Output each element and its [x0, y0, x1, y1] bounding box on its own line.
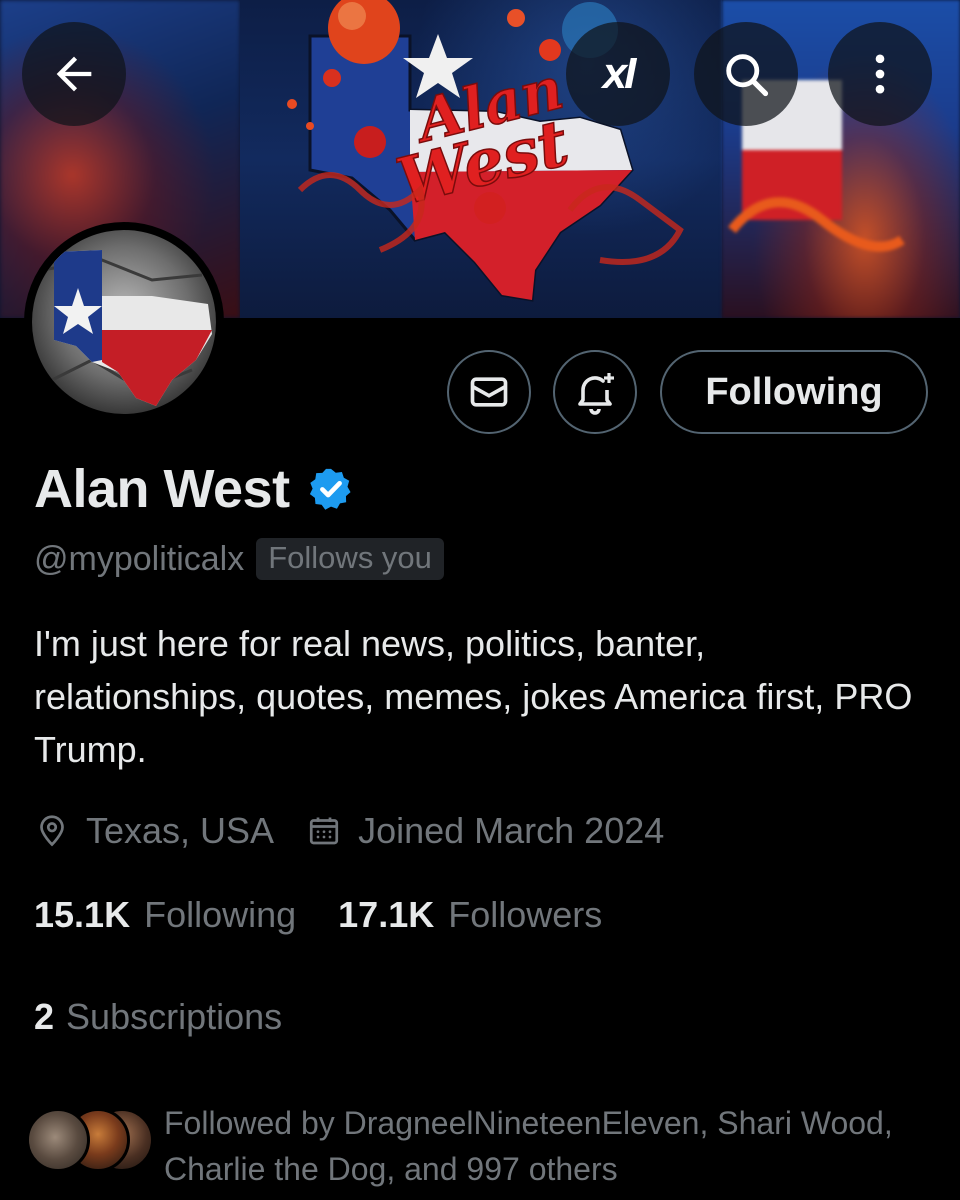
profile-name-row: Alan West [34, 458, 354, 520]
search-icon [726, 54, 769, 97]
bell-plus-icon [578, 373, 614, 415]
back-button[interactable] [22, 22, 126, 126]
envelope-icon [470, 377, 508, 407]
following-stat-link[interactable]: 15.1K Following [34, 894, 296, 936]
bio: I'm just here for real news, politics, b… [34, 623, 913, 770]
avatar[interactable] [24, 222, 224, 422]
followed-by-row[interactable]: Followed by DragneelNineteenEleven, Shar… [26, 1100, 926, 1192]
subscriptions-label: Subscriptions [66, 996, 283, 1037]
followers-stat-link[interactable]: 17.1K Followers [338, 894, 602, 936]
join-date-text: Joined March 2024 [358, 810, 665, 851]
display-name: Alan West [34, 459, 290, 519]
mutual-avatar [26, 1108, 90, 1172]
join-date: Joined March 2024 [306, 810, 664, 852]
arrow-left-icon [56, 56, 92, 92]
location: Texas, USA [34, 810, 274, 852]
grok-icon: xI [602, 49, 637, 98]
following-count: 15.1K [34, 894, 131, 935]
grok-button[interactable]: xI [566, 22, 670, 126]
handle-row: @mypoliticalx Follows you [34, 538, 444, 580]
calendar-icon [309, 817, 339, 845]
location-text: Texas, USA [86, 810, 275, 851]
more-options-button[interactable] [828, 22, 932, 126]
following-label: Following [144, 894, 297, 935]
message-button[interactable] [447, 350, 531, 434]
handle: @mypoliticalx [34, 539, 245, 578]
notifications-button[interactable] [553, 350, 637, 434]
follow-stats: 15.1K Following 17.1K Followers [34, 894, 602, 936]
profile-meta: Texas, USA Joined March 2024 [34, 810, 664, 852]
follows-you-badge: Follows you [256, 538, 444, 580]
verified-badge-icon[interactable] [308, 466, 354, 512]
subscriptions-count: 2 [34, 996, 55, 1037]
followers-count: 17.1K [338, 894, 435, 935]
avatar-texas-flag-image [32, 230, 216, 414]
mutual-followers-avatars [26, 1108, 156, 1178]
location-pin-icon [40, 815, 64, 847]
following-button[interactable]: Following [660, 350, 928, 434]
followed-by-text: Followed by DragneelNineteenEleven, Shar… [164, 1105, 893, 1187]
search-button[interactable] [694, 22, 798, 126]
more-vertical-icon [875, 54, 885, 94]
followers-label: Followers [448, 894, 603, 935]
subscriptions-link[interactable]: 2 Subscriptions [34, 996, 282, 1038]
